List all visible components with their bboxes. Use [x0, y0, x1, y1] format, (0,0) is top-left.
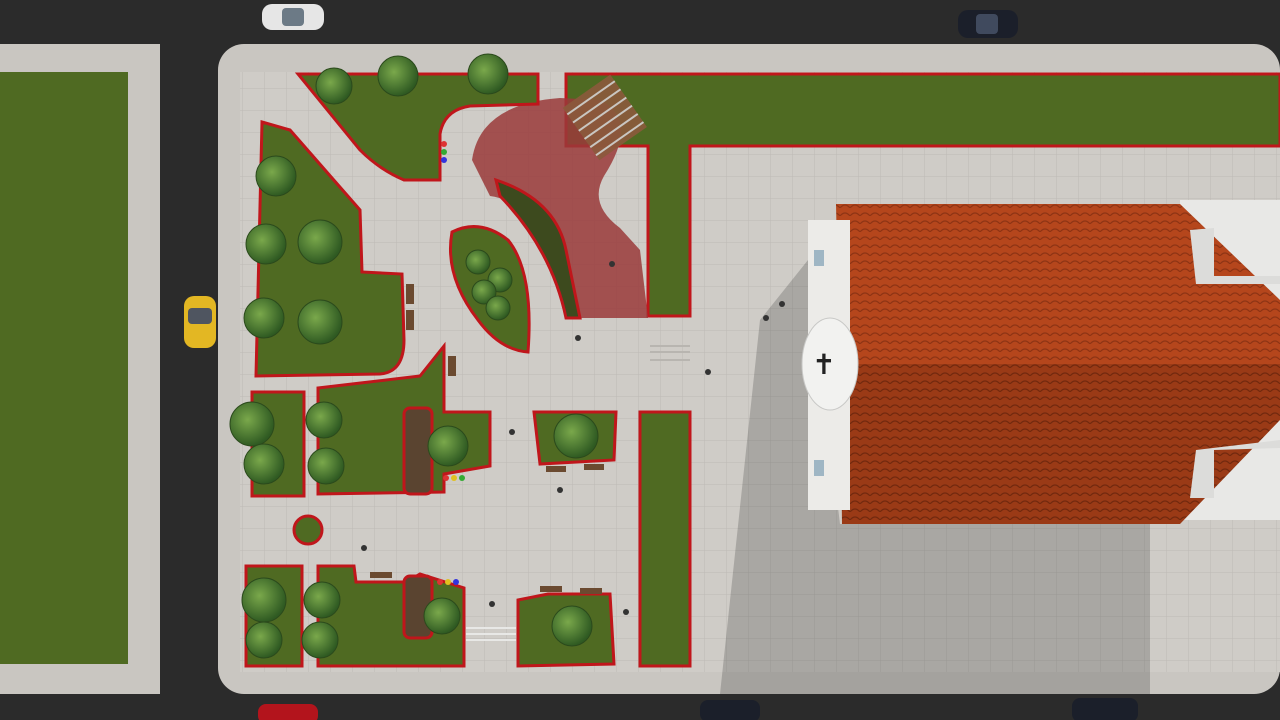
dark-car-bottom-2 — [1072, 698, 1138, 720]
cross-icon: ✝ — [812, 348, 835, 381]
tree — [255, 155, 297, 197]
tree — [303, 581, 341, 619]
tree — [245, 223, 287, 265]
church-window-1 — [814, 250, 824, 266]
tree — [377, 55, 419, 97]
tree — [229, 401, 275, 447]
tree — [245, 621, 283, 659]
dark-car-bottom-1 — [700, 700, 760, 720]
tree — [551, 605, 593, 647]
tree — [467, 53, 509, 95]
red-car — [258, 704, 318, 720]
tree — [301, 621, 339, 659]
tree — [307, 447, 345, 485]
tree — [243, 297, 285, 339]
tree — [315, 67, 353, 105]
tree — [485, 295, 511, 321]
tree — [553, 413, 599, 459]
tree — [465, 249, 491, 275]
round-planter — [292, 514, 324, 546]
lawn-strip-right — [638, 410, 692, 668]
tree — [297, 219, 343, 265]
planter-mid — [402, 406, 434, 496]
aerial-plaza-render: ✝ — [0, 0, 1280, 720]
tree — [305, 401, 343, 439]
tree — [297, 299, 343, 345]
dark-car — [958, 10, 1018, 38]
church-window-2 — [814, 460, 824, 476]
white-car — [262, 4, 324, 30]
tree — [241, 577, 287, 623]
yellow-car — [184, 296, 216, 348]
tree — [423, 597, 461, 635]
tree — [243, 443, 285, 485]
church: ✝ — [801, 200, 1280, 524]
left-lawn — [0, 72, 128, 664]
tree — [427, 425, 469, 467]
